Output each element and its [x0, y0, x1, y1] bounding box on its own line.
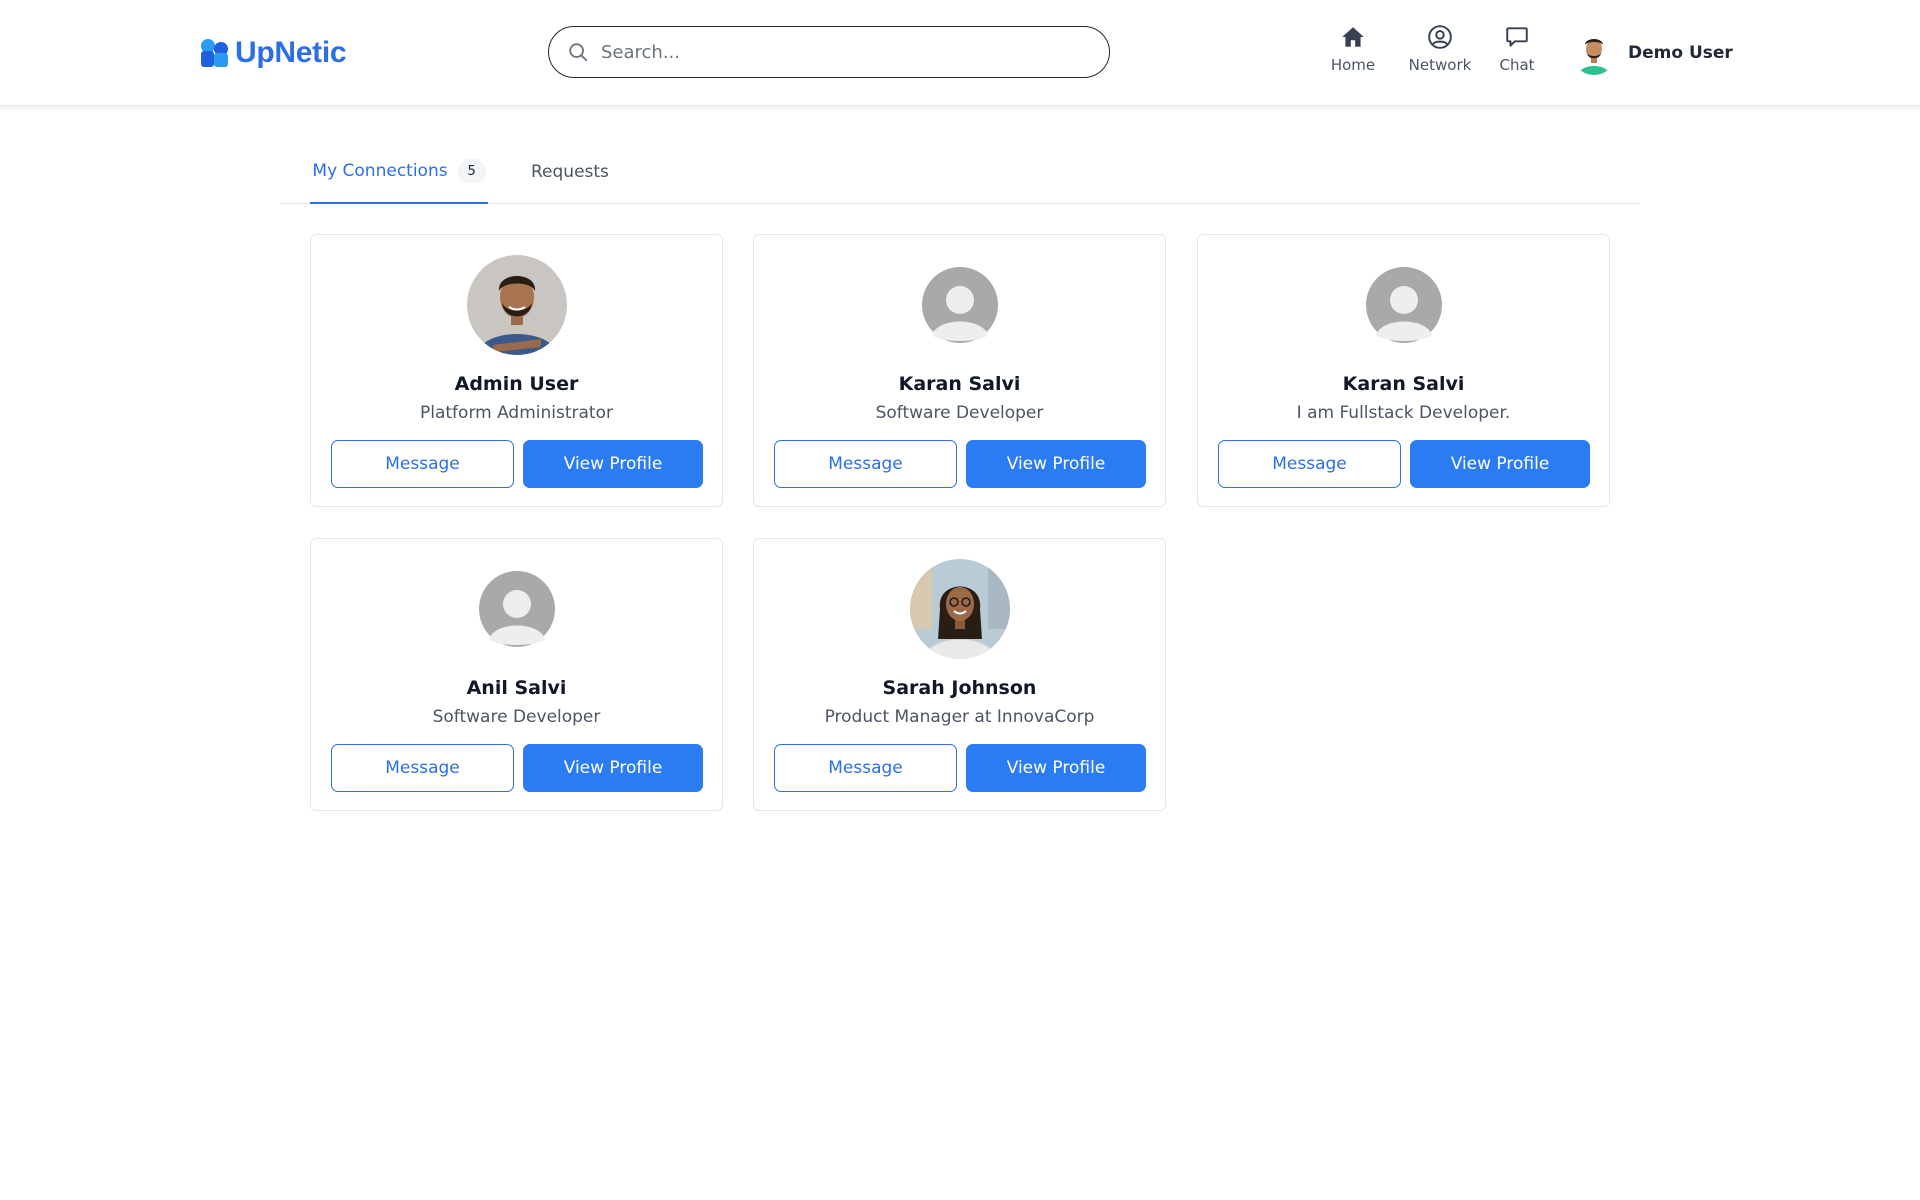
connection-name: Karan Salvi [1342, 373, 1465, 395]
tab-requests-label: Requests [531, 162, 609, 182]
message-button[interactable]: Message [774, 744, 957, 792]
user-menu[interactable]: Demo User [1572, 30, 1733, 76]
search-bar[interactable] [548, 26, 1110, 78]
message-button[interactable]: Message [331, 744, 514, 792]
logo[interactable]: UpNetic [199, 34, 347, 72]
connection-card: Karan Salvi I am Fullstack Developer. Me… [1197, 234, 1610, 507]
message-button[interactable]: Message [774, 440, 957, 488]
connection-card: Karan Salvi Software Developer Message V… [753, 234, 1166, 507]
avatar[interactable] [467, 559, 567, 659]
search-input[interactable] [601, 41, 1081, 63]
connection-card: Admin User Platform Administrator Messag… [310, 234, 723, 507]
nav-chat-label: Chat [1499, 56, 1535, 74]
view-profile-button[interactable]: View Profile [966, 440, 1146, 488]
search-icon [569, 43, 588, 62]
chat-icon [1506, 27, 1528, 47]
nav-network-label: Network [1408, 56, 1472, 74]
photo-man-avatar [467, 255, 567, 355]
avatar[interactable] [1354, 255, 1454, 355]
user-name: Demo User [1628, 43, 1733, 63]
connection-card: Sarah Johnson Product Manager at InnovaC… [753, 538, 1166, 811]
connections-count-badge: 5 [457, 159, 486, 183]
avatar[interactable] [910, 255, 1010, 355]
message-button[interactable]: Message [331, 440, 514, 488]
connections-tabs: My Connections 5 Requests [280, 140, 1640, 204]
view-profile-button[interactable]: View Profile [1410, 440, 1590, 488]
default-avatar-icon [1366, 267, 1442, 343]
nav-chat[interactable]: Chat [1493, 24, 1541, 84]
avatar[interactable] [910, 559, 1010, 659]
nav-network[interactable]: Network [1403, 24, 1477, 84]
connection-headline: Product Manager at InnovaCorp [824, 707, 1095, 727]
user-circle-icon [1428, 25, 1452, 49]
connection-headline: I am Fullstack Developer. [1296, 403, 1511, 423]
default-avatar-icon [479, 571, 555, 647]
top-navbar: UpNetic Home Network Chat [0, 0, 1920, 106]
home-icon [1342, 27, 1364, 47]
tab-my-connections[interactable]: My Connections 5 [310, 140, 488, 204]
connection-headline: Software Developer [432, 707, 601, 727]
nav-home[interactable]: Home [1324, 24, 1382, 84]
message-button[interactable]: Message [1218, 440, 1401, 488]
user-avatar [1572, 31, 1616, 75]
connection-name: Sarah Johnson [882, 677, 1037, 699]
logo-icon [199, 37, 231, 69]
connection-name: Karan Salvi [898, 373, 1021, 395]
photo-woman-avatar [910, 559, 1010, 659]
logo-text: UpNetic [235, 36, 347, 69]
view-profile-button[interactable]: View Profile [966, 744, 1146, 792]
connection-headline: Platform Administrator [420, 403, 613, 423]
connection-name: Anil Salvi [466, 677, 567, 699]
tab-my-connections-label: My Connections [312, 161, 448, 181]
view-profile-button[interactable]: View Profile [523, 744, 703, 792]
nav-home-label: Home [1330, 56, 1376, 74]
avatar[interactable] [467, 255, 567, 355]
connection-card: Anil Salvi Software Developer Message Vi… [310, 538, 723, 811]
connection-headline: Software Developer [875, 403, 1044, 423]
connection-name: Admin User [454, 373, 579, 395]
tab-requests[interactable]: Requests [531, 140, 609, 204]
default-avatar-icon [922, 267, 998, 343]
view-profile-button[interactable]: View Profile [523, 440, 703, 488]
